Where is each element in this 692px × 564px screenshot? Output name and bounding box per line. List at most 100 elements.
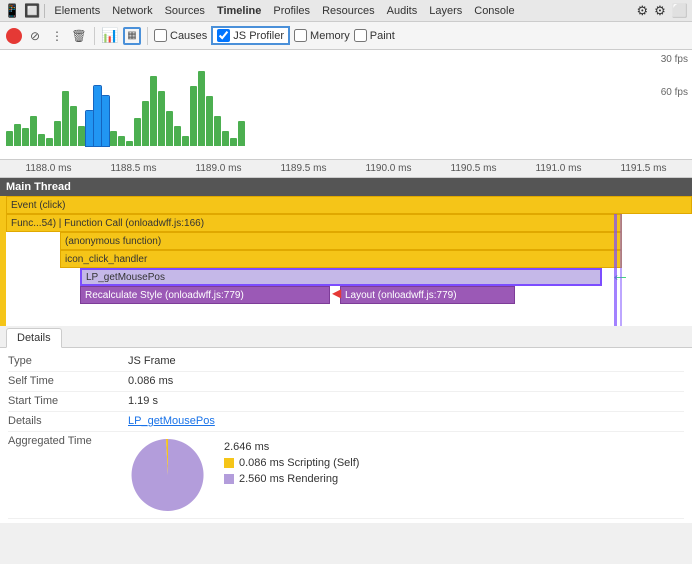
bar-10 bbox=[78, 126, 85, 146]
causes-checkbox-item[interactable]: Causes bbox=[154, 29, 207, 42]
tick-5: 1190.5 ms bbox=[431, 163, 516, 174]
event-click-bar[interactable]: Event (click) bbox=[6, 196, 692, 214]
tick-4: 1190.0 ms bbox=[346, 163, 431, 174]
vline-2 bbox=[620, 214, 622, 326]
bar-29 bbox=[230, 138, 237, 146]
menu-bar: 📱 🔲 Elements Network Sources Timeline Pr… bbox=[0, 0, 692, 22]
start-time-value: 1.19 s bbox=[128, 395, 684, 407]
bar-20 bbox=[158, 91, 165, 146]
menu-network[interactable]: Network bbox=[107, 4, 157, 18]
bar-9 bbox=[70, 106, 77, 146]
icon-handler-label: icon_click_handler bbox=[65, 254, 147, 265]
delete-button[interactable]: 🗑 bbox=[70, 27, 88, 45]
toolbar-sep-2 bbox=[147, 27, 148, 45]
memory-checkbox[interactable] bbox=[294, 29, 307, 42]
scripting-legend-label: 0.086 ms Scripting (Self) bbox=[239, 457, 359, 469]
details-tab-bar: Details bbox=[0, 326, 692, 348]
bar-25 bbox=[198, 71, 205, 146]
tick-6: 1191.0 ms bbox=[516, 163, 601, 174]
toolbar-sep-1 bbox=[94, 27, 95, 45]
details-row: Details LP_getMousePos bbox=[8, 412, 684, 432]
menu-profiles[interactable]: Profiles bbox=[268, 4, 315, 18]
start-time-label: Start Time bbox=[8, 395, 128, 407]
fps-60: 60 fps bbox=[661, 87, 688, 98]
func-call-bar[interactable]: Func...54) | Function Call (onloadwff.js… bbox=[6, 214, 622, 232]
menu-icon-script: ⚙ bbox=[637, 3, 649, 19]
bar-8 bbox=[62, 91, 69, 146]
chart-selected-icon[interactable]: ▦ bbox=[123, 27, 141, 45]
main-thread-label: Main Thread bbox=[6, 181, 71, 193]
bar-30 bbox=[238, 121, 245, 146]
menu-resources[interactable]: Resources bbox=[317, 4, 380, 18]
aggregated-legend: 2.646 ms 0.086 ms Scripting (Self) 2.560… bbox=[224, 435, 359, 485]
fps-30: 30 fps bbox=[661, 54, 688, 65]
memory-label: Memory bbox=[310, 30, 350, 42]
memory-checkbox-item[interactable]: Memory bbox=[294, 29, 350, 42]
recalc-style-bar[interactable]: Recalculate Style (onloadwff.js:779) bbox=[80, 286, 330, 304]
flame-area[interactable]: Event (click) Func...54) | Function Call… bbox=[0, 196, 692, 326]
causes-checkbox[interactable] bbox=[154, 29, 167, 42]
tick-2: 1189.0 ms bbox=[176, 163, 261, 174]
icon-handler-bar[interactable]: icon_click_handler bbox=[60, 250, 622, 268]
js-profiler-checkbox[interactable] bbox=[217, 29, 230, 42]
menu-icon-inspect: 🔲 bbox=[24, 3, 40, 19]
tick-3: 1189.5 ms bbox=[261, 163, 346, 174]
bar-5 bbox=[38, 134, 45, 146]
paint-checkbox-item[interactable]: Paint bbox=[354, 29, 395, 42]
bar-13 bbox=[102, 96, 109, 146]
time-ruler: 1188.0 ms 1188.5 ms 1189.0 ms 1189.5 ms … bbox=[0, 160, 692, 178]
menu-elements[interactable]: Elements bbox=[49, 4, 105, 18]
aggregated-content: 2.646 ms 0.086 ms Scripting (Self) 2.560… bbox=[128, 435, 684, 515]
menu-audits[interactable]: Audits bbox=[382, 4, 423, 18]
filter-button[interactable]: ⋮ bbox=[48, 27, 66, 45]
tick-7: 1191.5 ms bbox=[601, 163, 686, 174]
fps-labels: 30 fps 60 fps bbox=[661, 54, 688, 98]
vline-1 bbox=[614, 214, 617, 326]
rendering-legend-item: 2.560 ms Rendering bbox=[224, 473, 359, 485]
main-thread-header: Main Thread bbox=[0, 178, 692, 196]
menu-timeline[interactable]: Timeline bbox=[212, 4, 266, 18]
timeline-area[interactable]: 30 fps 60 fps bbox=[0, 50, 692, 160]
details-tab[interactable]: Details bbox=[6, 328, 62, 348]
anon-func-bar[interactable]: (anonymous function) bbox=[60, 232, 622, 250]
type-value: JS Frame bbox=[128, 355, 684, 367]
tick-1: 1188.5 ms bbox=[91, 163, 176, 174]
event-click-label: Event (click) bbox=[11, 200, 65, 211]
bar-21 bbox=[166, 111, 173, 146]
bar-12 bbox=[94, 86, 101, 146]
bar-2 bbox=[14, 124, 21, 146]
aggregated-time-label: Aggregated Time bbox=[8, 435, 128, 447]
record-button[interactable] bbox=[6, 28, 22, 44]
bar-4 bbox=[30, 116, 37, 146]
chart-bar-icon[interactable]: 📊 bbox=[101, 27, 119, 45]
details-table: Type JS Frame Self Time 0.086 ms Start T… bbox=[0, 348, 692, 523]
layout-label: Layout (onloadwff.js:779) bbox=[345, 290, 457, 301]
clear-button[interactable]: ⊘ bbox=[26, 27, 44, 45]
paint-checkbox[interactable] bbox=[354, 29, 367, 42]
lp-getmousepos-label: LP_getMousePos bbox=[86, 272, 165, 283]
menu-icon-more: ⬜ bbox=[672, 3, 688, 19]
menu-sources[interactable]: Sources bbox=[160, 4, 210, 18]
scripting-legend-item: 0.086 ms Scripting (Self) bbox=[224, 457, 359, 469]
bar-22 bbox=[174, 126, 181, 146]
bar-6 bbox=[46, 138, 53, 146]
timeline-bars bbox=[0, 56, 692, 146]
bar-7 bbox=[54, 121, 61, 146]
bar-14 bbox=[110, 131, 117, 146]
self-time-value: 0.086 ms bbox=[128, 375, 684, 387]
bar-24 bbox=[190, 86, 197, 146]
aggregated-time-row: Aggregated Time 2.646 ms 0.086 ms Script… bbox=[8, 432, 684, 519]
lp-getmousepos-bar[interactable]: LP_getMousePos bbox=[80, 268, 602, 286]
menu-layers[interactable]: Layers bbox=[424, 4, 467, 18]
recalc-style-label: Recalculate Style (onloadwff.js:779) bbox=[85, 290, 244, 301]
type-label: Type bbox=[8, 355, 128, 367]
red-marker: ◀ bbox=[332, 286, 341, 300]
causes-label: Causes bbox=[170, 30, 207, 42]
bar-23 bbox=[182, 136, 189, 146]
menu-icon-settings: ⚙ bbox=[654, 3, 666, 19]
menu-console[interactable]: Console bbox=[469, 4, 519, 18]
bar-19 bbox=[150, 76, 157, 146]
anon-func-label: (anonymous function) bbox=[65, 236, 161, 247]
details-link[interactable]: LP_getMousePos bbox=[128, 415, 684, 427]
layout-bar[interactable]: Layout (onloadwff.js:779) bbox=[340, 286, 515, 304]
